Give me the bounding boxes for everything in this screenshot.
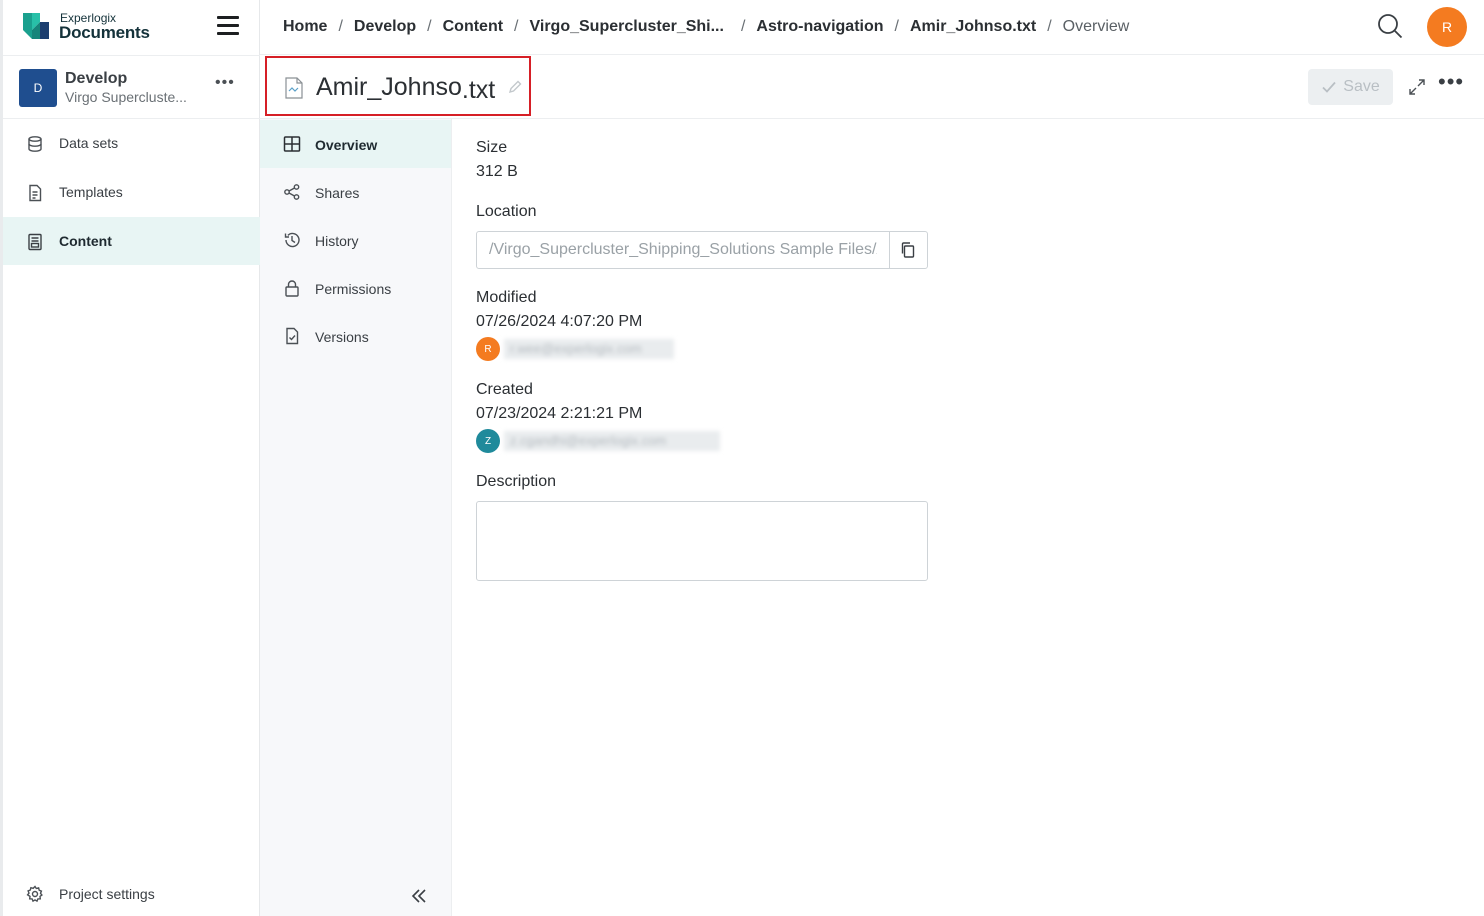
breadcrumb-subfolder[interactable]: Astro-navigation — [756, 18, 883, 36]
file-tabs: Overview Shares History Permissions Vers… — [260, 119, 452, 916]
created-value: 07/23/2024 2:21:21 PM — [476, 405, 643, 422]
breadcrumb-separator: / — [427, 18, 432, 35]
save-button[interactable]: Save — [1308, 69, 1393, 105]
breadcrumb-folder[interactable]: Virgo_Supercluster_Shi... — [530, 18, 724, 36]
top-header: Home / Develop / Content / Virgo_Supercl… — [260, 0, 1484, 55]
collapse-icon[interactable] — [410, 887, 428, 905]
brand-name: Documents — [59, 23, 150, 42]
file-name: Amir_Johnso — [316, 73, 462, 101]
tab-shares[interactable]: Shares — [260, 168, 451, 216]
tab-versions[interactable]: Versions — [260, 312, 451, 360]
created-by-avatar: Z — [476, 429, 500, 453]
experlogix-logo-icon — [23, 13, 49, 39]
tab-label: Permissions — [315, 281, 392, 297]
expand-icon[interactable] — [1408, 78, 1426, 96]
tab-label: Shares — [315, 185, 360, 201]
brand: Experlogix Documents — [3, 0, 260, 55]
breadcrumb-content[interactable]: Content — [443, 18, 503, 36]
search-icon[interactable] — [1376, 12, 1404, 40]
breadcrumb-develop[interactable]: Develop — [354, 18, 416, 36]
pencil-icon[interactable] — [508, 80, 522, 94]
file-title-highlight: Amir_Johnso.txt — [265, 56, 531, 116]
history-icon — [284, 232, 300, 248]
location-input[interactable] — [477, 232, 890, 268]
tab-history[interactable]: History — [260, 216, 451, 264]
project-more-icon[interactable]: ••• — [215, 74, 235, 92]
tab-label: Overview — [315, 137, 378, 153]
sidebar-item-label: Templates — [59, 184, 123, 200]
sidebar-item-content[interactable]: Content — [3, 217, 260, 265]
location-field — [476, 231, 928, 269]
left-sidebar: Experlogix Documents D Develop Virgo Sup… — [0, 0, 260, 916]
file-title-bar: Amir_Johnso.txt Save ••• — [260, 55, 1484, 119]
project-switcher[interactable]: D Develop Virgo Supercluste... ••• — [3, 55, 260, 119]
modified-by-email: r.wee@experlogix.com — [504, 339, 674, 359]
sidebar-item-data-sets[interactable]: Data sets — [3, 119, 260, 167]
grid-icon — [283, 136, 301, 152]
sidebar-item-templates[interactable]: Templates — [3, 168, 260, 216]
created-by-email: z.cgandhi@experlogix.com — [504, 431, 720, 451]
template-icon — [29, 184, 42, 202]
size-label: Size — [476, 139, 508, 156]
tab-overview[interactable]: Overview — [260, 120, 451, 168]
versions-icon — [286, 327, 299, 345]
project-subtitle: Virgo Supercluste... — [65, 89, 187, 105]
sidebar-item-label: Data sets — [59, 135, 119, 151]
breadcrumb: Home / Develop / Content / Virgo_Supercl… — [283, 18, 1129, 36]
file-title[interactable]: Amir_Johnso.txt — [316, 73, 496, 104]
breadcrumb-separator: / — [514, 18, 519, 35]
sidebar-item-label: Content — [59, 233, 112, 249]
description-input[interactable] — [476, 501, 928, 581]
modified-by-avatar: R — [476, 337, 500, 361]
content-icon — [28, 233, 42, 251]
description-label: Description — [476, 473, 557, 490]
modified-label: Modified — [476, 289, 537, 306]
more-options-icon[interactable]: ••• — [1438, 71, 1463, 95]
breadcrumb-separator: / — [740, 18, 746, 35]
breadcrumb-current: Overview — [1062, 18, 1130, 35]
lock-icon — [285, 280, 299, 297]
copy-icon[interactable] — [899, 241, 917, 259]
tab-label: Versions — [315, 329, 369, 345]
database-icon — [28, 136, 42, 152]
project-name: Develop — [65, 70, 128, 87]
broken-image-icon — [285, 77, 303, 99]
check-icon — [1322, 81, 1336, 93]
tab-permissions[interactable]: Permissions — [260, 264, 451, 312]
location-label: Location — [476, 203, 537, 220]
project-settings-link[interactable]: Project settings — [3, 872, 260, 916]
tab-label: History — [315, 233, 359, 249]
breadcrumb-separator: / — [894, 18, 899, 35]
project-settings-label: Project settings — [59, 886, 155, 902]
share-icon — [284, 184, 300, 200]
created-label: Created — [476, 381, 533, 398]
user-avatar[interactable]: R — [1427, 7, 1467, 47]
size-value: 312 B — [476, 163, 518, 180]
breadcrumb-home[interactable]: Home — [283, 18, 327, 36]
breadcrumb-separator: / — [338, 18, 343, 35]
modified-value: 07/26/2024 4:07:20 PM — [476, 313, 643, 330]
breadcrumb-separator: / — [1047, 18, 1052, 35]
save-button-label: Save — [1343, 78, 1380, 95]
project-avatar: D — [19, 69, 57, 107]
breadcrumb-file[interactable]: Amir_Johnso.txt — [910, 18, 1036, 36]
hamburger-menu-icon[interactable] — [217, 14, 239, 36]
file-extension: .txt — [461, 76, 496, 104]
gear-icon — [26, 885, 43, 903]
